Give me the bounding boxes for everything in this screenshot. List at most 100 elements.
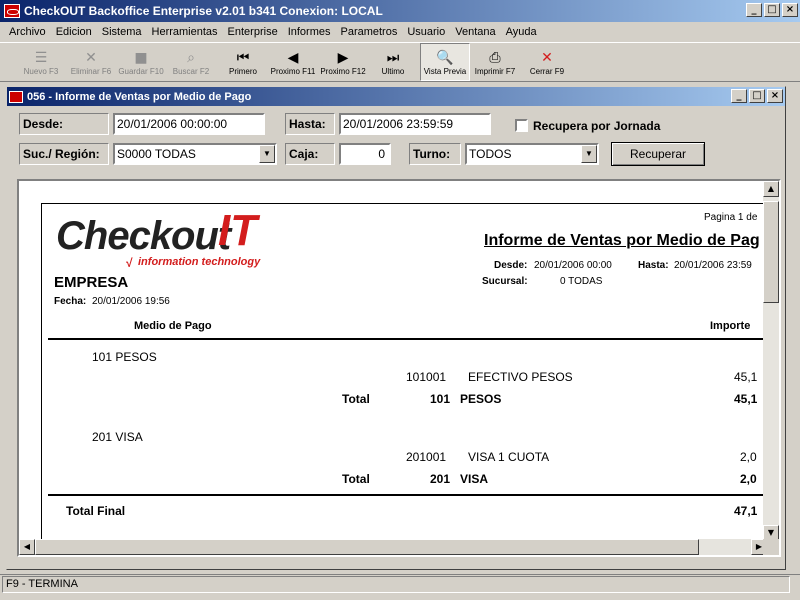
scroll-thumb[interactable] bbox=[763, 201, 779, 303]
toolbar-button-buscar-f2[interactable]: ⌕ Buscar F2 bbox=[166, 43, 216, 81]
logo-check-icon: √ bbox=[126, 256, 133, 270]
jornada-label: Recupera por Jornada bbox=[533, 119, 661, 133]
toolbar: ☰ Nuevo F3 ✕ Eliminar F6 ■ Guardar F10 ⌕ Buscar… bbox=[0, 42, 800, 82]
jornada-checkbox[interactable] bbox=[515, 119, 528, 132]
sucursal-report-label: Sucursal: bbox=[482, 276, 528, 287]
toolbar-button-label: Vista Previa bbox=[423, 66, 467, 76]
menu-archivo[interactable]: Archivo bbox=[4, 26, 51, 38]
scroll-up-icon[interactable]: ▲ bbox=[763, 181, 779, 197]
status-bar: F9 - TERMINA bbox=[0, 574, 800, 594]
menu-herramientas[interactable]: Herramientas bbox=[147, 26, 223, 38]
status-text: F9 - TERMINA bbox=[2, 576, 790, 593]
chevron-down-icon[interactable]: ▼ bbox=[581, 145, 597, 163]
save-icon: ■ bbox=[134, 49, 148, 66]
menu-parametros[interactable]: Parametros bbox=[335, 26, 402, 38]
menu-enterprise[interactable]: Enterprise bbox=[223, 26, 283, 38]
menu-informes[interactable]: Informes bbox=[283, 26, 336, 38]
toolbar-button-ultimo[interactable]: ⏭ Ultimo bbox=[368, 43, 418, 81]
hasta-input[interactable]: 20/01/2006 23:59:59 bbox=[339, 113, 491, 135]
fecha-value: 20/01/2006 19:56 bbox=[92, 296, 170, 307]
empresa-name: EMPRESA bbox=[54, 274, 129, 291]
total-amount: 45,1 bbox=[734, 392, 758, 406]
toolbar-button-primero[interactable]: ⏮ Primero bbox=[218, 43, 268, 81]
last-icon: ⏭ bbox=[386, 49, 400, 66]
menu-edicion[interactable]: Edicion bbox=[51, 26, 97, 38]
menu-bar: Archivo Edicion Sistema Herramientas Ent… bbox=[0, 22, 800, 42]
col-importe: Importe bbox=[710, 320, 751, 332]
caja-label: Caja: bbox=[285, 143, 335, 165]
page-number: Pagina 1 de bbox=[704, 212, 758, 223]
total-code: 201 bbox=[430, 472, 451, 486]
toolbar-button-nuevo-f3[interactable]: ☰ Nuevo F3 bbox=[16, 43, 66, 81]
report-window: 056 - Informe de Ventas por Medio de Pag… bbox=[6, 86, 786, 570]
group-header: 201 VISA bbox=[92, 430, 143, 444]
total-name: VISA bbox=[460, 472, 489, 486]
report-window-title-bar: 056 - Informe de Ventas por Medio de Pag… bbox=[7, 87, 785, 106]
sucursal-label: Suc./ Región: bbox=[19, 143, 109, 165]
sucursal-report-value: 0 TODAS bbox=[560, 276, 603, 287]
toolbar-button-label: Eliminar F6 bbox=[70, 66, 112, 76]
toolbar-button-label: Primero bbox=[228, 66, 257, 76]
scroll-left-icon[interactable]: ◀ bbox=[19, 539, 35, 555]
logo-tagline: information technology bbox=[138, 256, 261, 268]
close-button[interactable]: × bbox=[782, 3, 798, 17]
total-label: Total bbox=[342, 392, 370, 406]
close-red-icon: ✕ bbox=[541, 49, 553, 66]
toolbar-button-proximo-f11[interactable]: ◀ Proximo F11 bbox=[268, 43, 318, 81]
report-window-title: 056 - Informe de Ventas por Medio de Pag… bbox=[27, 90, 252, 103]
detail-amount: 45,1 bbox=[734, 370, 758, 384]
chevron-down-icon[interactable]: ▼ bbox=[259, 145, 275, 163]
logo-it: IT bbox=[218, 206, 258, 255]
toolbar-button-proximo-f12[interactable]: ▶ Proximo F12 bbox=[318, 43, 368, 81]
detail-name: EFECTIVO PESOS bbox=[468, 370, 573, 384]
total-code: 101 bbox=[430, 392, 451, 406]
detail-name: VISA 1 CUOTA bbox=[468, 450, 550, 464]
recuperar-button[interactable]: Recuperar bbox=[611, 142, 705, 166]
caja-input[interactable]: 0 bbox=[339, 143, 391, 165]
total-amount: 2,0 bbox=[740, 472, 757, 486]
desde-input[interactable]: 20/01/2006 00:00:00 bbox=[113, 113, 265, 135]
toolbar-button-vista-previa[interactable]: 🔍 Vista Previa bbox=[420, 43, 470, 81]
report-preview: Checkout IT information technology √ Pag… bbox=[17, 179, 781, 557]
prev-icon: ◀ bbox=[287, 49, 299, 66]
turno-select[interactable]: TODOS ▼ bbox=[465, 143, 599, 165]
report-window-icon bbox=[9, 90, 23, 103]
binoculars-icon: ⌕ bbox=[187, 49, 195, 66]
toolbar-button-guardar-f10[interactable]: ■ Guardar F10 bbox=[116, 43, 166, 81]
total-name: PESOS bbox=[460, 392, 502, 406]
vertical-scrollbar[interactable]: ▲ ▼ bbox=[763, 181, 779, 541]
preview-icon: 🔍 bbox=[436, 49, 454, 66]
toolbar-button-label: Nuevo F3 bbox=[23, 66, 59, 76]
toolbar-button-cerrar-f9[interactable]: ✕ Cerrar F9 bbox=[522, 43, 572, 81]
horizontal-scrollbar[interactable]: ◀ ▶ bbox=[19, 539, 767, 555]
total-final-label: Total Final bbox=[66, 504, 126, 518]
desde-report-value: 20/01/2006 00:00 bbox=[534, 260, 612, 271]
toolbar-button-label: Imprimir F7 bbox=[474, 66, 516, 76]
app-title-bar: CheckOUT Backoffice Enterprise v2.01 b34… bbox=[0, 0, 800, 22]
child-close-button[interactable]: × bbox=[767, 89, 783, 103]
menu-ventana[interactable]: Ventana bbox=[450, 26, 500, 38]
new-icon: ☰ bbox=[34, 49, 48, 66]
toolbar-button-label: Proximo F11 bbox=[270, 66, 316, 76]
child-minimize-button[interactable]: _ bbox=[731, 89, 747, 103]
toolbar-button-label: Cerrar F9 bbox=[529, 66, 565, 76]
hasta-label: Hasta: bbox=[285, 113, 335, 135]
minimize-button[interactable]: _ bbox=[746, 3, 762, 17]
col-medio-pago: Medio de Pago bbox=[134, 320, 212, 332]
menu-usuario[interactable]: Usuario bbox=[402, 26, 450, 38]
app-icon bbox=[4, 4, 20, 18]
hscroll-thumb[interactable] bbox=[35, 539, 699, 555]
menu-ayuda[interactable]: Ayuda bbox=[501, 26, 542, 38]
toolbar-button-label: Proximo F12 bbox=[320, 66, 366, 76]
fecha-label: Fecha: bbox=[54, 296, 87, 307]
toolbar-button-imprimir-f7[interactable]: ⎙ Imprimir F7 bbox=[470, 43, 520, 81]
menu-sistema[interactable]: Sistema bbox=[97, 26, 147, 38]
maximize-button[interactable]: □ bbox=[764, 3, 780, 17]
child-maximize-button[interactable]: □ bbox=[749, 89, 765, 103]
hasta-report-label: Hasta: bbox=[638, 260, 669, 271]
toolbar-button-label: Ultimo bbox=[381, 66, 405, 76]
delete-icon: ✕ bbox=[85, 49, 97, 66]
sucursal-select[interactable]: S0000 TODAS ▼ bbox=[113, 143, 277, 165]
turno-label: Turno: bbox=[409, 143, 461, 165]
toolbar-button-eliminar-f6[interactable]: ✕ Eliminar F6 bbox=[66, 43, 116, 81]
